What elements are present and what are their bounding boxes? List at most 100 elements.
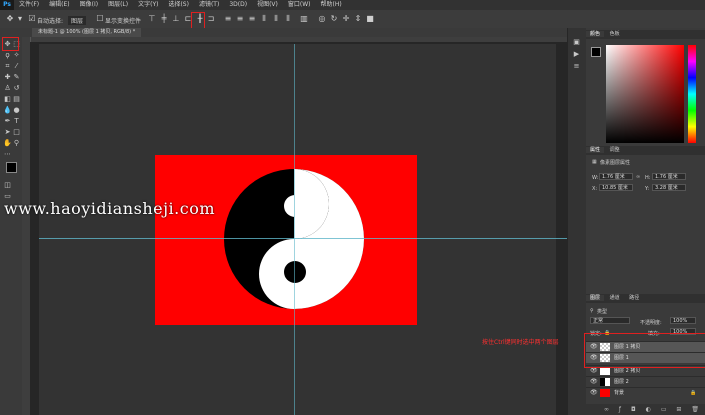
tab-swatches[interactable]: 色板	[606, 31, 624, 37]
menu-view[interactable]: 视图(V)	[252, 0, 283, 10]
auto-select-checkbox[interactable]: ☑	[28, 15, 36, 23]
magic-wand-icon[interactable]: ✧	[12, 51, 21, 60]
adjustment-icon[interactable]: ◐	[646, 406, 651, 413]
eye-icon[interactable]: 👁	[590, 377, 598, 387]
quick-mask-icon[interactable]: ◫	[3, 181, 12, 190]
actions-panel-icon[interactable]: ▶	[572, 50, 581, 59]
tab-layers[interactable]: 图层	[586, 295, 605, 301]
menu-help[interactable]: 帮助(H)	[316, 0, 347, 10]
move-tool-icon[interactable]: ✥	[6, 15, 14, 23]
menu-image[interactable]: 图像(I)	[75, 0, 103, 10]
healing-brush-icon[interactable]: ✚	[3, 73, 12, 82]
opacity-field[interactable]: 100%	[670, 317, 696, 324]
align-right-icon[interactable]: ⊐	[207, 15, 215, 23]
path-select-icon[interactable]: ➤	[3, 128, 12, 137]
group-icon[interactable]: ▭	[661, 406, 667, 413]
auto-select-label: 自动选择:	[37, 18, 64, 25]
mask-icon[interactable]: ◘	[631, 406, 636, 413]
distribute-right-icon[interactable]: ⦀	[284, 15, 292, 23]
menu-layer[interactable]: 图层(L)	[103, 0, 133, 10]
hue-slider[interactable]	[688, 45, 696, 143]
layer-kind-filter[interactable]: 类型	[597, 308, 607, 315]
gradient-tool-icon[interactable]: ▤	[12, 95, 21, 104]
distribute-vcenter-icon[interactable]: ≡	[236, 15, 244, 23]
more-tools-icon[interactable]: ⋯	[3, 150, 12, 159]
layer-row[interactable]: 👁 背景 🔒	[586, 387, 705, 398]
hand-tool-icon[interactable]: ✋	[3, 139, 12, 148]
3d-pan-icon[interactable]: ✛	[342, 15, 350, 23]
chevron-down-icon[interactable]: ▾	[16, 15, 24, 23]
transform-checkbox[interactable]: ☐	[96, 15, 104, 23]
w-field[interactable]: 1.76 厘米	[599, 173, 633, 180]
eraser-tool-icon[interactable]: ◧	[3, 95, 12, 104]
tab-properties[interactable]: 属性	[586, 147, 605, 153]
distribute-left-icon[interactable]: ⦀	[260, 15, 268, 23]
document-tab-bar: 未标题-1 @ 100% (图层 1 拷贝, RGB/8) *	[22, 28, 567, 37]
color-panel-tabs: 颜色 色板	[586, 30, 705, 39]
eyedropper-icon[interactable]: ⁄	[12, 62, 21, 71]
zoom-tool-icon[interactable]: ⚲	[12, 139, 21, 148]
distribute-hcenter-icon[interactable]: ⦀	[272, 15, 280, 23]
y-field[interactable]: 3.28 厘米	[652, 184, 686, 191]
3d-mode-icon[interactable]: ◎	[318, 15, 326, 23]
3d-slide-icon[interactable]: ⇕	[354, 15, 362, 23]
menu-type[interactable]: 文字(Y)	[133, 0, 163, 10]
color-fg-swatch[interactable]	[591, 47, 601, 57]
distribute-bottom-icon[interactable]: ≡	[248, 15, 256, 23]
align-bottom-icon[interactable]: ⊥	[172, 15, 180, 23]
vertical-guide[interactable]	[294, 44, 295, 415]
3d-rotate-icon[interactable]: ↻	[330, 15, 338, 23]
menu-window[interactable]: 窗口(W)	[283, 0, 316, 10]
eye-icon[interactable]: 👁	[590, 388, 598, 398]
layer-row[interactable]: 👁 图层 2	[586, 376, 705, 387]
color-spectrum[interactable]	[606, 45, 684, 143]
distribute-top-icon[interactable]: ≡	[224, 15, 232, 23]
tab-channels[interactable]: 通道	[606, 295, 624, 301]
pixel-layer-icon: ▦	[592, 159, 597, 165]
align-top-icon[interactable]: ⊤	[148, 15, 156, 23]
w-label: W:	[592, 175, 599, 181]
new-layer-icon[interactable]: ⊞	[676, 406, 681, 413]
shape-tool-icon[interactable]: □	[12, 128, 21, 137]
trash-icon[interactable]: 🗑	[691, 406, 699, 413]
tab-adjustments[interactable]: 调整	[606, 147, 624, 153]
layers-panel-tabs: 图层 通道 路径	[586, 294, 705, 303]
auto-align-icon[interactable]: ▥	[300, 15, 308, 23]
blend-mode-select[interactable]: 正常	[590, 317, 630, 324]
lasso-tool-icon[interactable]: ϙ	[3, 51, 12, 60]
auto-select-dropdown[interactable]: 图层	[68, 16, 87, 25]
history-panel-icon[interactable]: ▣	[572, 38, 581, 47]
horizontal-guide[interactable]	[39, 238, 586, 239]
h-field[interactable]: 1.76 厘米	[652, 173, 686, 180]
document-tab[interactable]: 未标题-1 @ 100% (图层 1 拷贝, RGB/8) *	[32, 28, 142, 37]
tab-paths[interactable]: 路径	[625, 295, 643, 301]
menu-file[interactable]: 文件(F)	[14, 0, 44, 10]
align-vcenter-icon[interactable]: ╪	[160, 15, 168, 23]
3d-scale-icon[interactable]: ■	[366, 15, 374, 23]
dodge-tool-icon[interactable]: ●	[12, 106, 21, 115]
background-lock-icon: 🔒	[690, 390, 697, 396]
menu-3d[interactable]: 3D(D)	[224, 0, 252, 10]
x-field[interactable]: 10.85 厘米	[599, 184, 633, 191]
brush-tool-icon[interactable]: ✎	[12, 73, 21, 82]
tab-color[interactable]: 颜色	[586, 31, 605, 37]
foreground-color-swatch[interactable]	[6, 162, 17, 173]
blur-tool-icon[interactable]: 💧	[3, 106, 12, 115]
fx-icon[interactable]: ƒ	[619, 406, 621, 413]
layer-name: 图层 2	[614, 379, 629, 385]
filter-search-icon[interactable]: ⚲	[590, 308, 594, 314]
type-tool-icon[interactable]: T	[12, 117, 21, 126]
link-icon[interactable]: ∞	[636, 174, 640, 180]
menu-filter[interactable]: 滤镜(T)	[194, 0, 224, 10]
menu-edit[interactable]: 编辑(E)	[44, 0, 74, 10]
crop-tool-icon[interactable]: ⌗	[3, 62, 12, 71]
app-logo: Ps	[0, 0, 14, 10]
link-layers-icon[interactable]: ∞	[604, 406, 609, 413]
history-brush-icon[interactable]: ↺	[12, 84, 21, 93]
libraries-panel-icon[interactable]: ≡	[572, 62, 581, 71]
watermark-text: www.haoyidiansheji.com	[4, 199, 216, 218]
pen-tool-icon[interactable]: ✒	[3, 117, 12, 126]
menu-select[interactable]: 选择(S)	[163, 0, 194, 10]
selected-layers-highlight-box	[584, 333, 705, 368]
clone-stamp-icon[interactable]: ♙	[3, 84, 12, 93]
